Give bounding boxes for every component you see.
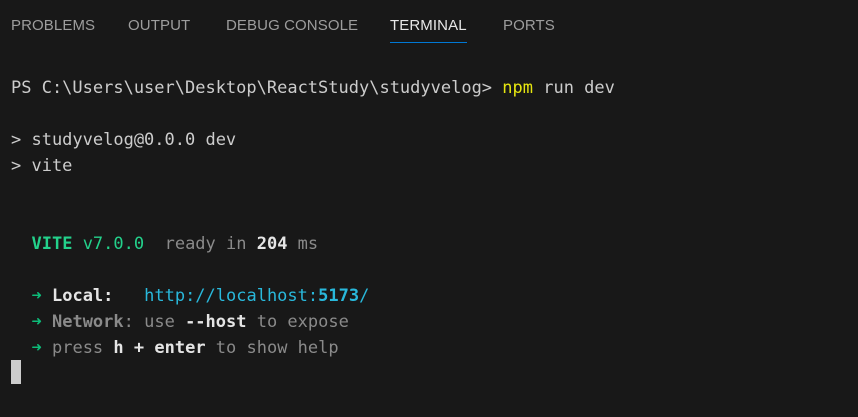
arrow-right-icon: ➜ — [31, 286, 42, 306]
local-url-prefix: http://localhost: — [144, 286, 319, 306]
tab-output[interactable]: OUTPUT — [128, 17, 190, 34]
panel-tab-bar: PROBLEMS OUTPUT DEBUG CONSOLE TERMINAL P… — [0, 0, 858, 52]
help-key-enter: enter — [154, 338, 206, 358]
local-label: Local: — [51, 286, 114, 306]
local-url[interactable]: http://localhost:5173/ — [144, 286, 369, 306]
terminal-output[interactable]: PS C:\Users\user\Desktop\ReactStudy\stud… — [0, 52, 858, 417]
help-plus: + — [123, 338, 155, 358]
help-text: to show help — [205, 338, 339, 358]
tab-ports[interactable]: PORTS — [503, 17, 555, 34]
ready-ms: 204 — [256, 234, 288, 254]
vite-ready-line: VITE v7.0.0 ready in 204 ms — [11, 234, 318, 254]
terminal-cursor — [11, 360, 21, 384]
ready-unit: ms — [287, 234, 319, 254]
network-label: Network — [51, 312, 124, 332]
help-text: press — [51, 338, 114, 358]
help-line: ➜ press h + enter to show help — [11, 338, 339, 358]
shell-prompt: PS C:\Users\user\Desktop\ReactStudy\stud… — [11, 78, 503, 98]
script-line: > vite — [11, 156, 73, 176]
active-tab-indicator — [390, 42, 467, 43]
arrow-right-icon: ➜ — [31, 338, 42, 358]
local-url-line: ➜ Local: http://localhost:5173/ — [11, 286, 369, 306]
network-line: ➜ Network: use --host to expose — [11, 312, 349, 332]
network-flag: --host — [185, 312, 247, 332]
network-text: to expose — [246, 312, 349, 332]
tab-terminal[interactable]: TERMINAL — [390, 17, 467, 43]
tab-debug-console[interactable]: DEBUG CONSOLE — [226, 17, 358, 34]
ready-text: ready in — [164, 234, 257, 254]
network-text: : use — [123, 312, 186, 332]
vite-label: VITE — [31, 234, 73, 254]
tab-problems[interactable]: PROBLEMS — [11, 17, 95, 34]
vite-version: v7.0.0 — [82, 234, 145, 254]
command-line: PS C:\Users\user\Desktop\ReactStudy\stud… — [11, 78, 615, 98]
local-port: 5173 — [318, 286, 360, 306]
tab-terminal-label: TERMINAL — [390, 17, 467, 34]
command-args: run dev — [533, 78, 615, 98]
script-line: > studyvelog@0.0.0 dev — [11, 130, 237, 150]
command-name: npm — [502, 78, 533, 98]
local-url-suffix: / — [359, 286, 370, 306]
arrow-right-icon: ➜ — [31, 312, 42, 332]
help-key-h: h — [113, 338, 124, 358]
